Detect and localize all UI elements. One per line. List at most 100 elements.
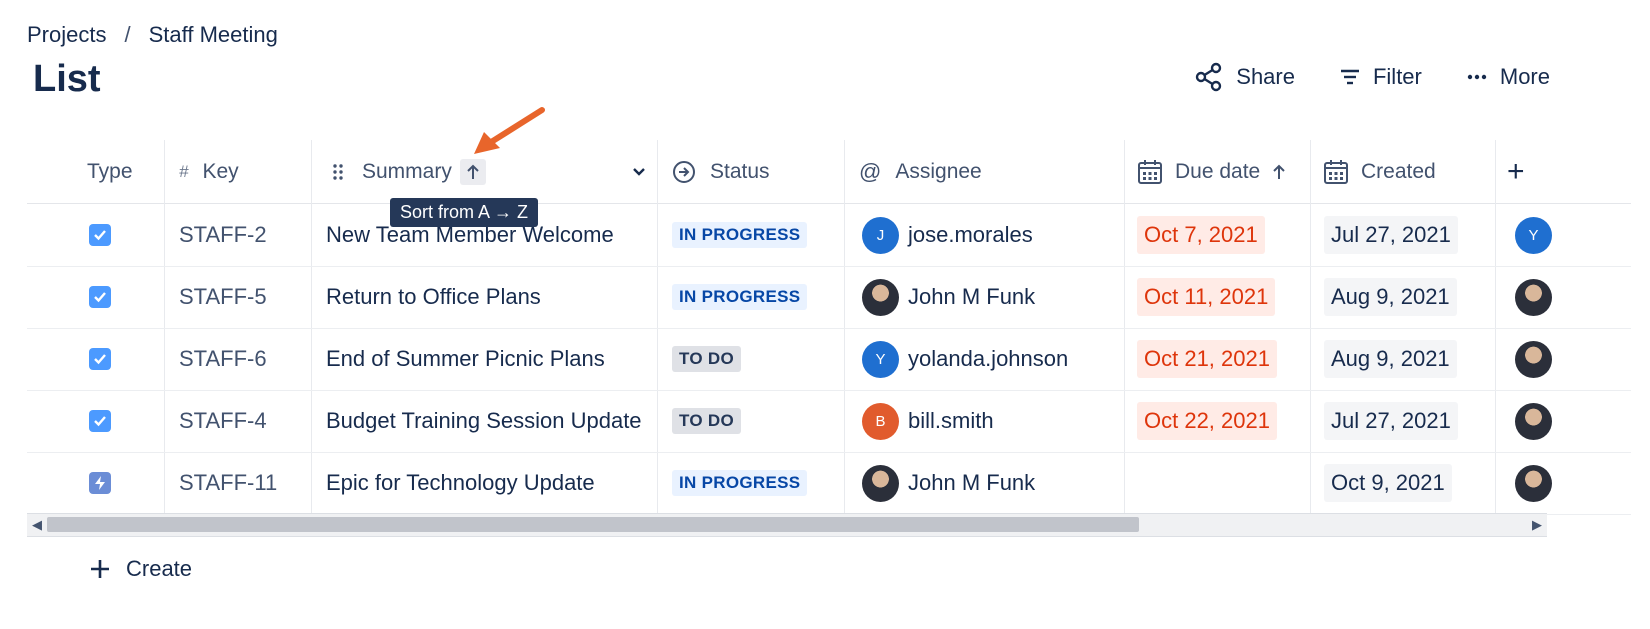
table-row[interactable]: STAFF-5 Return to Office Plans IN PROGRESS… [27, 266, 1631, 329]
task-checkbox-icon [89, 348, 111, 370]
column-assignee-label: Assignee [895, 159, 982, 183]
scroll-right-icon[interactable]: ▶ [1532, 517, 1542, 533]
issue-summary[interactable]: Budget Training Session Update [326, 390, 642, 452]
due-date-cell[interactable]: Oct 22, 2021 [1137, 390, 1277, 452]
share-label: Share [1236, 64, 1295, 89]
column-due-date-label: Due date [1175, 159, 1261, 183]
created-date: Jul 27, 2021 [1324, 216, 1458, 254]
calendar-icon [1324, 159, 1348, 184]
column-header-type[interactable]: Type [87, 140, 133, 203]
filter-icon [1340, 69, 1359, 85]
issue-table: Type # Key Summary Status @ Assignee Due… [27, 140, 1631, 528]
due-date-cell[interactable]: Oct 21, 2021 [1137, 328, 1277, 390]
add-column-button[interactable]: + [1507, 140, 1525, 203]
assignee-cell[interactable]: John M Funk [862, 452, 1035, 514]
avatar [862, 278, 899, 316]
share-icon [1196, 62, 1222, 92]
column-summary-label: Summary [362, 159, 452, 183]
filter-button[interactable]: Filter [1339, 64, 1422, 90]
table-row[interactable]: STAFF-6 End of Summer Picnic Plans TO DO Yy… [27, 328, 1631, 391]
due-date: Oct 7, 2021 [1137, 216, 1265, 254]
sort-tooltip: Sort from A → Z [390, 198, 539, 227]
table-row[interactable]: STAFF-4 Budget Training Session Update TO … [27, 390, 1631, 453]
status-cell[interactable]: IN PROGRESS [672, 266, 808, 328]
annotation-arrow [474, 107, 545, 154]
created-date: Oct 9, 2021 [1324, 464, 1452, 502]
assignee-name: jose.morales [908, 222, 1033, 247]
create-button[interactable]: Create [90, 556, 192, 582]
issue-key-link[interactable]: STAFF-11 [179, 452, 277, 514]
created-date-cell[interactable]: Aug 9, 2021 [1324, 328, 1457, 390]
task-checkbox-icon [89, 286, 111, 308]
column-header-created[interactable]: Created [1323, 140, 1436, 203]
issue-key-link[interactable]: STAFF-6 [179, 328, 267, 390]
created-date: Aug 9, 2021 [1324, 340, 1457, 378]
type-cell [89, 390, 111, 452]
assignee-cell[interactable]: Jjose.morales [862, 204, 1033, 266]
task-checkbox-icon [89, 410, 111, 432]
create-label: Create [126, 556, 193, 581]
status-lozenge[interactable]: IN PROGRESS [672, 222, 808, 248]
status-cell[interactable]: TO DO [672, 328, 742, 390]
status-lozenge[interactable]: TO DO [672, 408, 742, 434]
issue-key-link[interactable]: STAFF-2 [179, 204, 267, 266]
status-cell[interactable]: IN PROGRESS [672, 452, 808, 514]
issue-key-link[interactable]: STAFF-5 [179, 266, 267, 328]
share-button[interactable]: Share [1194, 62, 1295, 92]
created-date: Jul 27, 2021 [1324, 402, 1458, 440]
created-date-cell[interactable]: Aug 9, 2021 [1324, 266, 1457, 328]
table-row[interactable]: STAFF-11 Epic for Technology Update IN PRO… [27, 452, 1631, 515]
due-date-cell[interactable]: Oct 11, 2021 [1137, 266, 1276, 328]
breadcrumb-projects[interactable]: Projects [27, 22, 106, 48]
toolbar: Share Filter More [1194, 62, 1550, 92]
avatar [1515, 402, 1552, 440]
issue-summary[interactable]: Epic for Technology Update [326, 452, 595, 514]
created-date-cell[interactable]: Oct 9, 2021 [1324, 452, 1452, 514]
scroll-left-icon[interactable]: ◀ [32, 517, 42, 533]
created-date-cell[interactable]: Jul 27, 2021 [1324, 390, 1458, 452]
horizontal-scrollbar[interactable]: ◀ ▶ [27, 513, 1547, 537]
overflow-cell [1515, 266, 1561, 328]
column-key-label: Key [202, 159, 239, 183]
more-button[interactable]: More [1466, 64, 1550, 90]
avatar: Y [1515, 216, 1552, 254]
table-row[interactable]: STAFF-2 New Team Member Welcome IN PROGRES… [27, 204, 1631, 267]
sort-ascending-button[interactable] [459, 158, 486, 185]
sort-arrow-up-icon[interactable] [1272, 164, 1286, 180]
assignee-cell[interactable]: John M Funk [862, 266, 1035, 328]
column-header-assignee[interactable]: @ Assignee [859, 140, 982, 203]
issue-key-link[interactable]: STAFF-4 [179, 390, 267, 452]
column-header-status[interactable]: Status [672, 140, 770, 203]
epic-icon [89, 472, 111, 494]
status-lozenge[interactable]: TO DO [672, 346, 742, 372]
column-header-due-date[interactable]: Due date [1137, 140, 1286, 203]
due-date: Oct 22, 2021 [1137, 402, 1277, 440]
status-cell[interactable]: IN PROGRESS [672, 204, 808, 266]
due-date-cell[interactable]: Oct 7, 2021 [1137, 204, 1265, 266]
column-header-key[interactable]: # Key [179, 140, 239, 203]
breadcrumb: Projects / Staff Meeting [27, 22, 278, 48]
status-lozenge[interactable]: IN PROGRESS [672, 470, 808, 496]
status-cell[interactable]: TO DO [672, 390, 742, 452]
breadcrumb-current[interactable]: Staff Meeting [149, 22, 278, 48]
drag-handle-icon[interactable] [332, 163, 344, 181]
filter-label: Filter [1372, 64, 1422, 89]
avatar: J [862, 216, 899, 254]
assignee-name: John M Funk [908, 284, 1036, 309]
assignee-cell[interactable]: Bbill.smith [862, 390, 994, 452]
type-cell [89, 266, 111, 328]
issue-summary[interactable]: Return to Office Plans [326, 266, 541, 328]
scrollbar-thumb[interactable] [47, 517, 1139, 532]
more-label: More [1499, 64, 1550, 89]
due-date: Oct 11, 2021 [1137, 278, 1276, 316]
status-lozenge[interactable]: IN PROGRESS [672, 284, 808, 310]
avatar [862, 464, 899, 502]
arrow-up-icon [467, 164, 479, 179]
plus-icon [91, 560, 109, 578]
created-date-cell[interactable]: Jul 27, 2021 [1324, 204, 1458, 266]
chevron-down-icon[interactable] [632, 167, 646, 177]
type-cell [89, 204, 111, 266]
issue-summary[interactable]: End of Summer Picnic Plans [326, 328, 605, 390]
assignee-cell[interactable]: Yyolanda.johnson [862, 328, 1068, 390]
overflow-cell [1515, 452, 1561, 514]
